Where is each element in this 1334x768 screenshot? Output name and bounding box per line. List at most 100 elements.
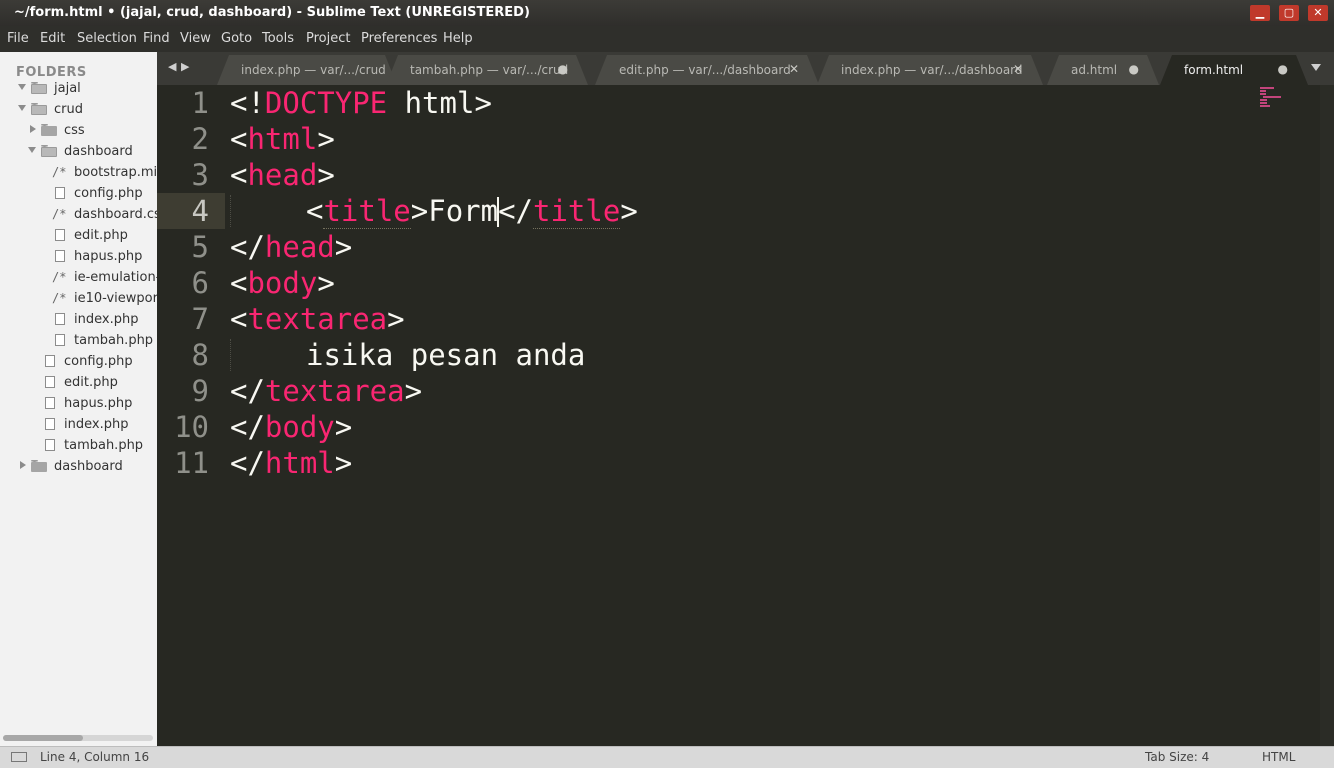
code-line[interactable]: isika pesan anda xyxy=(306,337,585,373)
tab[interactable]: form.html ● xyxy=(1160,55,1308,85)
tree-file[interactable]: /* ie10-viewport-bug-workaround.js xyxy=(0,290,157,311)
minimize-button[interactable]: ▁ xyxy=(1250,5,1270,21)
tab-overflow-icon[interactable] xyxy=(1311,64,1321,71)
tag-token: html xyxy=(247,122,318,156)
code-line[interactable]: <title>Form</title> xyxy=(306,193,638,229)
collapse-arrow-icon[interactable] xyxy=(20,461,26,469)
tree-item-label: ie10-viewport-bug-workaround.js xyxy=(74,291,158,306)
tree-file[interactable]: edit.php xyxy=(0,227,157,248)
menu-tools[interactable]: Tools xyxy=(262,31,294,46)
code-token: > xyxy=(404,374,423,408)
unsaved-dot-icon[interactable]: ● xyxy=(1129,62,1139,76)
close-window-button[interactable]: ✕ xyxy=(1308,5,1328,21)
status-bar: Line 4, Column 16 Tab Size: 4 HTML xyxy=(0,746,1334,768)
scrollbar-thumb[interactable] xyxy=(3,735,83,741)
sidebar: FOLDERS jajal crud css dashboard /* bootstrap… xyxy=(0,52,158,746)
tree-file[interactable]: edit.php xyxy=(0,374,157,395)
code-editor[interactable]: 1 2 3 4 5 6 7 8 9 10 11 <!DOCTYPE html> <html> <head… xyxy=(157,85,1334,746)
tree-file[interactable]: /* dashboard.css xyxy=(0,206,157,227)
tree-folder[interactable]: jajal xyxy=(0,80,157,101)
tab[interactable]: index.php — var/.../crud xyxy=(217,55,397,85)
tree-item-label: index.php xyxy=(64,417,129,432)
unsaved-dot-icon[interactable]: ● xyxy=(558,62,568,76)
tab-label: ad.html xyxy=(1071,63,1118,77)
tag-token: body xyxy=(247,266,318,300)
code-token: </ xyxy=(230,446,265,480)
tree-file[interactable]: config.php xyxy=(0,185,157,206)
line-number: 5 xyxy=(191,230,209,264)
expand-arrow-icon[interactable] xyxy=(28,147,36,153)
tab-bar: ◀ ▶ index.php — var/.../crud tambah.php —… xyxy=(157,52,1334,85)
tree-file[interactable]: /* ie-emulation-modes-warning.js xyxy=(0,269,157,290)
tree-file[interactable]: tambah.php xyxy=(0,437,157,458)
code-line[interactable]: <textarea> xyxy=(230,301,405,337)
tree-folder[interactable]: css xyxy=(0,122,157,143)
minimize-icon: ▁ xyxy=(1255,6,1265,19)
tree-file[interactable]: hapus.php xyxy=(0,395,157,416)
sidebar-scrollbar[interactable] xyxy=(3,735,153,741)
menu-help[interactable]: Help xyxy=(443,31,473,46)
tab[interactable]: ad.html ● xyxy=(1047,55,1159,85)
code-file-icon: /* xyxy=(52,165,67,179)
tab-label: form.html xyxy=(1184,63,1244,77)
tab[interactable]: index.php — var/.../dashboard ✕ xyxy=(817,55,1043,85)
expand-arrow-icon[interactable] xyxy=(18,105,26,111)
tree-item-label: hapus.php xyxy=(74,249,143,264)
tree-item-label: config.php xyxy=(64,354,133,369)
code-token: < xyxy=(230,302,248,336)
tree-file[interactable]: index.php xyxy=(0,416,157,437)
code-token: isika pesan anda xyxy=(306,338,586,372)
tree-file[interactable]: config.php xyxy=(0,353,157,374)
maximize-button[interactable]: ▢ xyxy=(1279,5,1299,21)
panel-toggle-icon[interactable] xyxy=(11,752,27,762)
tab-size-selector[interactable]: Tab Size: 4 xyxy=(1145,750,1209,764)
editor-scrollbar[interactable] xyxy=(1320,85,1334,746)
menu-preferences[interactable]: Preferences xyxy=(361,31,437,46)
minimap[interactable] xyxy=(1260,87,1290,109)
unsaved-dot-icon[interactable]: ● xyxy=(1278,62,1288,76)
collapse-arrow-icon[interactable] xyxy=(30,125,36,133)
menu-find[interactable]: Find xyxy=(143,31,170,46)
menu-view[interactable]: View xyxy=(180,31,211,46)
code-line[interactable]: <html> xyxy=(230,121,335,157)
tab-nav-right-icon[interactable]: ▶ xyxy=(181,60,189,73)
code-token: > xyxy=(387,302,405,336)
close-tab-icon[interactable]: ✕ xyxy=(1013,62,1023,76)
tag-token: body xyxy=(264,410,335,444)
menu-project[interactable]: Project xyxy=(306,31,350,46)
close-tab-icon[interactable]: ✕ xyxy=(789,62,799,76)
tree-item-label: hapus.php xyxy=(64,396,133,411)
tree-item-label: css xyxy=(64,123,85,138)
tab[interactable]: tambah.php — var/.../crud ● xyxy=(386,55,588,85)
code-line[interactable]: </html> xyxy=(230,445,352,481)
code-line[interactable]: <head> xyxy=(230,157,335,193)
expand-arrow-icon[interactable] xyxy=(18,84,26,90)
tree-file[interactable]: hapus.php xyxy=(0,248,157,269)
tree-file[interactable]: /* bootstrap.min.css xyxy=(0,164,157,185)
tab-nav-left-icon[interactable]: ◀ xyxy=(168,60,176,73)
menu-edit[interactable]: Edit xyxy=(40,31,65,46)
tree-folder[interactable]: dashboard xyxy=(0,143,157,164)
tree-item-label: bootstrap.min.css xyxy=(74,165,158,180)
file-icon xyxy=(45,439,55,451)
tree-folder[interactable]: dashboard xyxy=(0,458,157,479)
file-icon xyxy=(55,250,65,262)
code-token: > xyxy=(620,194,638,228)
tag-token: DOCTYPE xyxy=(264,86,388,120)
menu-file[interactable]: File xyxy=(7,31,29,46)
code-line[interactable]: </body> xyxy=(230,409,352,445)
menu-selection[interactable]: Selection xyxy=(77,31,137,46)
menu-goto[interactable]: Goto xyxy=(221,31,252,46)
tab[interactable]: edit.php — var/.../dashboard ✕ xyxy=(595,55,819,85)
tree-item-label: crud xyxy=(54,102,83,117)
syntax-selector[interactable]: HTML xyxy=(1262,750,1295,764)
code-line[interactable]: </head> xyxy=(230,229,352,265)
code-line[interactable]: <body> xyxy=(230,265,335,301)
tree-item-label: index.php xyxy=(74,312,139,327)
tree-file[interactable]: tambah.php xyxy=(0,332,157,353)
tree-file[interactable]: index.php xyxy=(0,311,157,332)
tree-folder[interactable]: crud xyxy=(0,101,157,122)
code-line[interactable]: </textarea> xyxy=(230,373,422,409)
tree-item-label: jajal xyxy=(54,81,81,96)
code-line[interactable]: <!DOCTYPE html> xyxy=(230,85,492,121)
